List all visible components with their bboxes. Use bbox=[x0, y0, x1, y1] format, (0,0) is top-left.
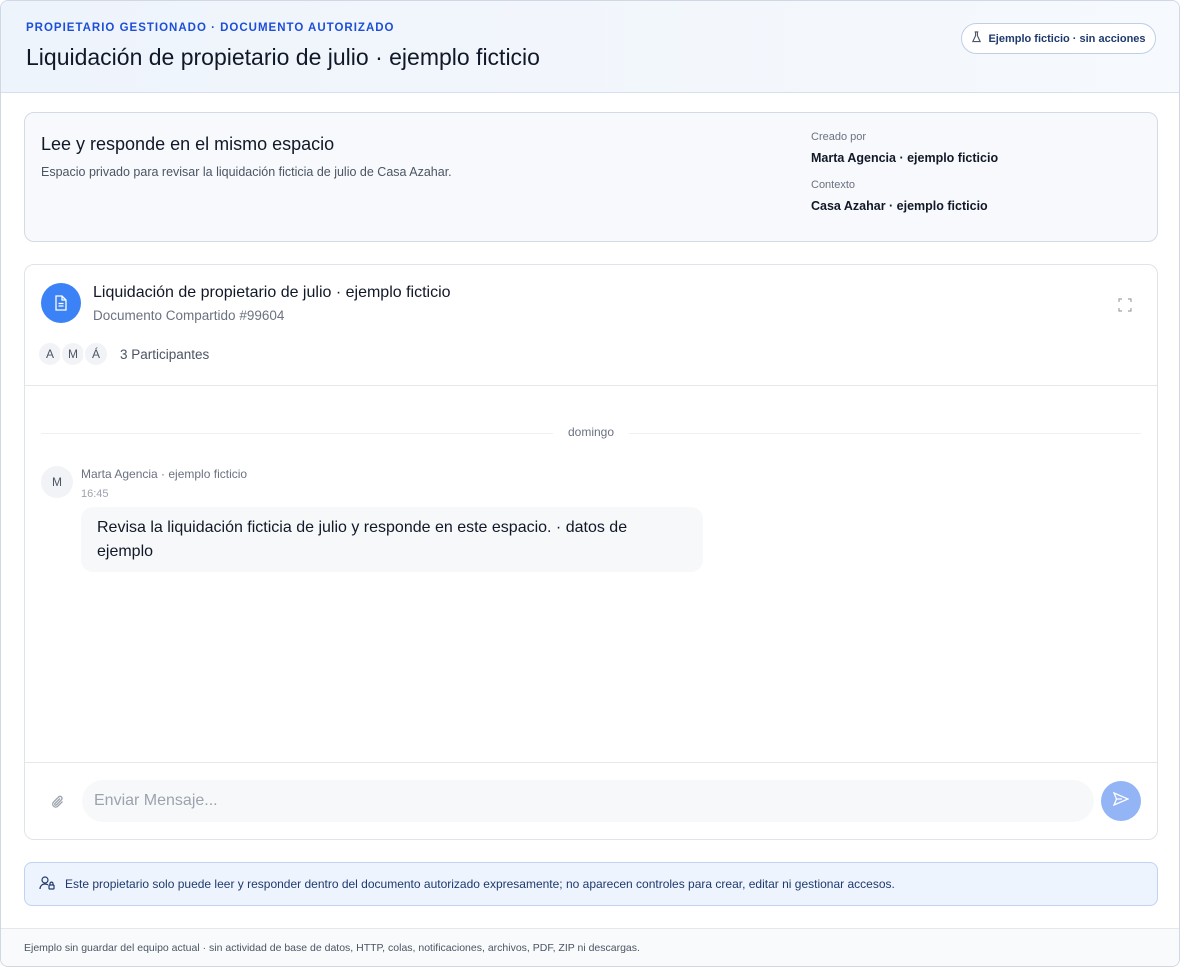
app-window: PROPIETARIO GESTIONADO · DOCUMENTO AUTOR… bbox=[0, 0, 1180, 967]
send-button[interactable] bbox=[1101, 781, 1141, 821]
created-by-label: Creado por bbox=[811, 131, 867, 143]
participant-avatar: Á bbox=[83, 341, 109, 367]
message-time: 16:45 bbox=[81, 488, 109, 500]
footer: Ejemplo sin guardar del equipo actual · … bbox=[1, 928, 1179, 966]
message-author: Marta Agencia · ejemplo ficticio bbox=[81, 467, 248, 481]
day-label: domingo bbox=[553, 425, 629, 439]
divider bbox=[25, 762, 1157, 763]
demo-badge-label: Ejemplo ficticio · sin acciones bbox=[988, 32, 1146, 45]
send-icon bbox=[1112, 791, 1130, 811]
participants-count: 3 Participantes bbox=[120, 346, 210, 362]
page-eyebrow: PROPIETARIO GESTIONADO · DOCUMENTO AUTOR… bbox=[26, 22, 395, 34]
page-header: PROPIETARIO GESTIONADO · DOCUMENTO AUTOR… bbox=[1, 1, 1179, 93]
document-title: Liquidación de propietario de julio · ej… bbox=[93, 284, 451, 301]
document-subtitle: Documento Compartido #99604 bbox=[93, 308, 285, 323]
document-icon bbox=[41, 283, 81, 323]
divider bbox=[25, 385, 1157, 386]
context-label: Contexto bbox=[811, 179, 856, 191]
expand-icon[interactable] bbox=[1115, 295, 1135, 315]
message-input[interactable] bbox=[82, 780, 1094, 822]
permission-notice: Este propietario solo puede leer y respo… bbox=[24, 862, 1158, 906]
intro-card: Lee y responde en el mismo espacio Espac… bbox=[24, 112, 1158, 242]
notice-text: Este propietario solo puede leer y respo… bbox=[65, 877, 895, 891]
avatar: M bbox=[41, 466, 73, 498]
message-bubble: Revisa la liquidación ficticia de julio … bbox=[81, 507, 703, 572]
paperclip-icon[interactable] bbox=[49, 793, 67, 811]
intro-title: Lee y responde en el mismo espacio bbox=[41, 134, 335, 154]
intro-description: Espacio privado para revisar la liquidac… bbox=[41, 165, 452, 179]
user-lock-icon bbox=[39, 875, 55, 893]
created-by-value: Marta Agencia · ejemplo ficticio bbox=[811, 151, 999, 165]
context-value: Casa Azahar · ejemplo ficticio bbox=[811, 199, 988, 213]
flask-icon bbox=[971, 31, 982, 46]
participants: A M Á 3 Participantes bbox=[37, 341, 209, 367]
page-title: Liquidación de propietario de julio · ej… bbox=[26, 44, 540, 70]
document-card: Liquidación de propietario de julio · ej… bbox=[24, 264, 1158, 840]
demo-badge: Ejemplo ficticio · sin acciones bbox=[961, 23, 1156, 54]
